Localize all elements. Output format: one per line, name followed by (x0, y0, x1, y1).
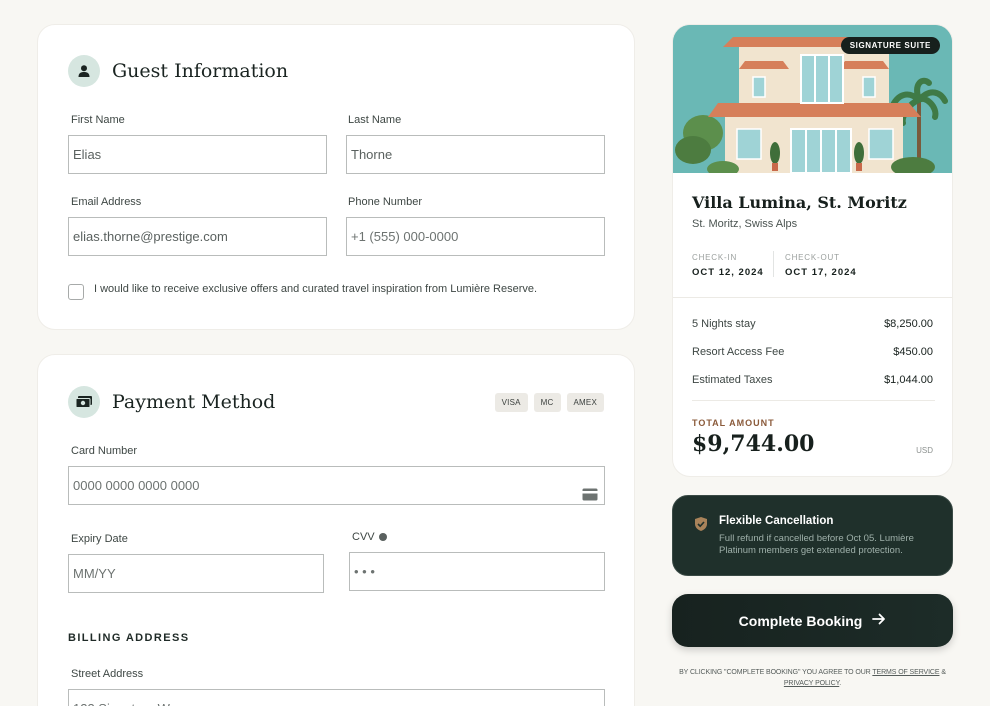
phone-input[interactable]: +1 (555) 000-0000 (346, 217, 605, 256)
complete-booking-button[interactable]: Complete Booking (672, 594, 953, 647)
phone-label: Phone Number (348, 196, 422, 208)
resort-fee-label: Resort Access Fee (692, 346, 785, 358)
guest-information-card: Guest Information First Name Elias Last … (37, 24, 635, 330)
legal-notice: BY CLICKING "COMPLETE BOOKING" YOU AGREE… (672, 667, 953, 689)
legal-ampersand: & (941, 669, 946, 676)
cancellation-description: Full refund if cancelled before Oct 05. … (719, 533, 914, 556)
taxes-value: $1,044.00 (884, 374, 933, 386)
date-divider (773, 251, 774, 277)
street-address-input[interactable]: 123 Signature Way (68, 689, 605, 706)
guest-section-header: Guest Information (68, 55, 288, 87)
info-icon[interactable] (378, 533, 387, 541)
card-number-input[interactable]: 0000 0000 0000 0000 (68, 466, 605, 505)
payment-method-card: Payment Method VISA MC AMEX Card Number … (37, 354, 635, 706)
cvv-label-group: CVV (352, 531, 387, 543)
nights-stay-value: $8,250.00 (884, 318, 933, 330)
expiry-input[interactable]: MM/YY (68, 554, 324, 593)
currency-label: USD (916, 446, 933, 455)
last-name-input[interactable]: Thorne (346, 135, 605, 174)
email-input[interactable]: elias.thorne@prestige.com (68, 217, 327, 256)
offers-checkbox-label: I would like to receive exclusive offers… (94, 283, 538, 295)
expiry-label: Expiry Date (71, 533, 128, 545)
billing-address-title: BILLING ADDRESS (68, 632, 190, 644)
checkin-label: CHECK-IN (692, 253, 738, 262)
checkin-date: OCT 12, 2024 (692, 267, 764, 278)
total-amount-label: TOTAL AMOUNT (692, 418, 775, 428)
complete-booking-label: Complete Booking (738, 612, 863, 629)
booking-summary-card: SIGNATURE SUITE Villa Lumina, St. Moritz… (672, 24, 953, 477)
cancellation-title: Flexible Cancellation (719, 515, 834, 527)
payment-section-header: Payment Method (68, 386, 275, 418)
villa-name: Villa Lumina, St. Moritz (692, 193, 907, 212)
visa-badge: VISA (494, 393, 528, 412)
street-address-label: Street Address (71, 668, 144, 680)
terms-of-service-link[interactable]: TERMS OF SERVICE (872, 669, 939, 676)
checkout-label: CHECK-OUT (785, 253, 840, 262)
mastercard-badge: MC (533, 393, 561, 412)
resort-fee-value: $450.00 (893, 346, 933, 358)
shield-check-icon (694, 516, 708, 537)
villa-location: St. Moritz, Swiss Alps (692, 218, 798, 230)
amex-badge: AMEX (566, 393, 604, 412)
card-number-label: Card Number (71, 445, 138, 457)
taxes-label: Estimated Taxes (692, 374, 773, 386)
legal-prefix: BY CLICKING "COMPLETE BOOKING" YOU AGREE… (679, 669, 871, 676)
cancellation-card: Flexible Cancellation Full refund if can… (672, 495, 953, 576)
card-number-placeholder: 0000 0000 0000 0000 (73, 478, 200, 493)
cvv-label: CVV (352, 531, 375, 543)
first-name-label: First Name (71, 114, 125, 126)
payment-section-title: Payment Method (112, 391, 276, 413)
first-name-input[interactable]: Elias (68, 135, 327, 174)
total-amount-value: $9,744.00 (692, 431, 815, 457)
checkout-date: OCT 17, 2024 (785, 267, 857, 278)
cash-icon (68, 386, 100, 418)
summary-divider (673, 297, 952, 298)
last-name-label: Last Name (348, 114, 402, 126)
credit-card-icon (582, 478, 598, 515)
total-divider (692, 400, 935, 401)
card-brand-badges: VISA MC AMEX (494, 393, 604, 412)
privacy-policy-link[interactable]: PRIVACY POLICY (784, 680, 840, 687)
offers-checkbox[interactable] (68, 284, 84, 300)
arrow-right-icon (872, 612, 886, 629)
nights-stay-label: 5 Nights stay (692, 318, 756, 330)
cvv-input[interactable]: • • • (349, 552, 605, 591)
signature-suite-badge: SIGNATURE SUITE (840, 37, 940, 54)
email-label: Email Address (71, 196, 142, 208)
guest-section-title: Guest Information (112, 60, 289, 82)
person-icon (68, 55, 100, 87)
legal-suffix: . (839, 680, 842, 687)
